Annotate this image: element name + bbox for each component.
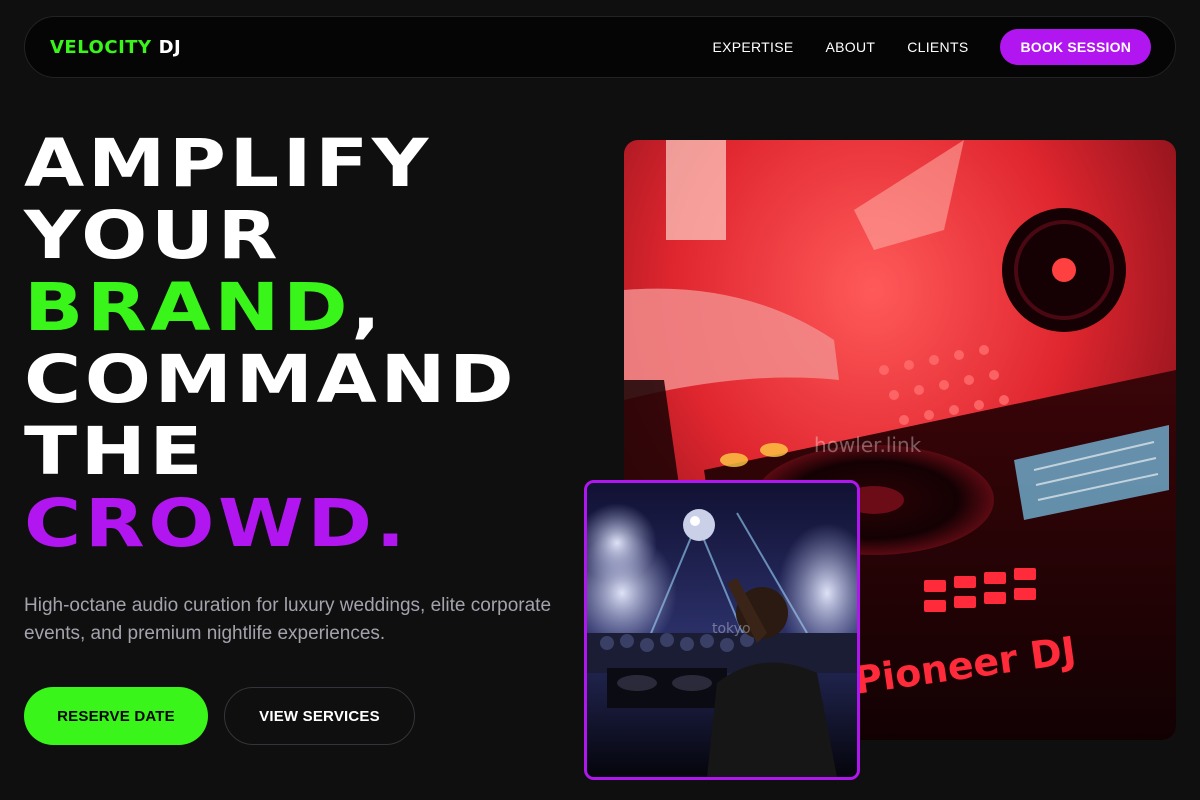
main-image-watermark: howler.link xyxy=(814,433,922,457)
reserve-date-button[interactable]: RESERVE DATE xyxy=(24,687,208,745)
headline-crowd-word: CROWD xyxy=(24,485,376,562)
headline-line-1: AMPLIFY xyxy=(24,125,432,202)
headline-line-2: YOUR xyxy=(24,197,282,274)
headline-line-6: CROWD. xyxy=(24,488,517,560)
club-crowd-photo-icon: tokyo xyxy=(587,483,857,777)
inset-image-watermark: tokyo xyxy=(712,621,751,637)
top-navbar: VELOCITY DJ EXPERTISE ABOUT CLIENTS BOOK… xyxy=(24,16,1176,78)
headline-comma: , xyxy=(351,269,385,346)
headline-line-3: BRAND, xyxy=(24,272,517,344)
brand-logo-rest: DJ xyxy=(158,36,182,58)
nav-link-expertise[interactable]: EXPERTISE xyxy=(712,39,793,55)
nav-link-about[interactable]: ABOUT xyxy=(826,39,876,55)
brand-logo[interactable]: VELOCITY DJ xyxy=(50,37,181,58)
headline-line-4: COMMAND xyxy=(24,341,518,418)
headline-brand-word: BRAND xyxy=(24,269,352,346)
nav-link-clients[interactable]: CLIENTS xyxy=(907,39,968,55)
view-services-button[interactable]: VIEW SERVICES xyxy=(224,687,415,745)
brand-logo-accent: VELOCITY xyxy=(50,36,152,58)
headline-line-5: THE xyxy=(24,413,207,490)
club-crowd-image: tokyo xyxy=(584,480,860,780)
hero-subtitle: High-octane audio curation for luxury we… xyxy=(24,595,552,644)
nav-links: EXPERTISE ABOUT CLIENTS BOOK SESSION xyxy=(712,29,1151,65)
headline-period: . xyxy=(375,485,409,562)
book-session-button[interactable]: BOOK SESSION xyxy=(1000,29,1151,65)
hero-headline: AMPLIFY YOUR BRAND, COMMAND THE CROWD. xyxy=(24,128,517,560)
